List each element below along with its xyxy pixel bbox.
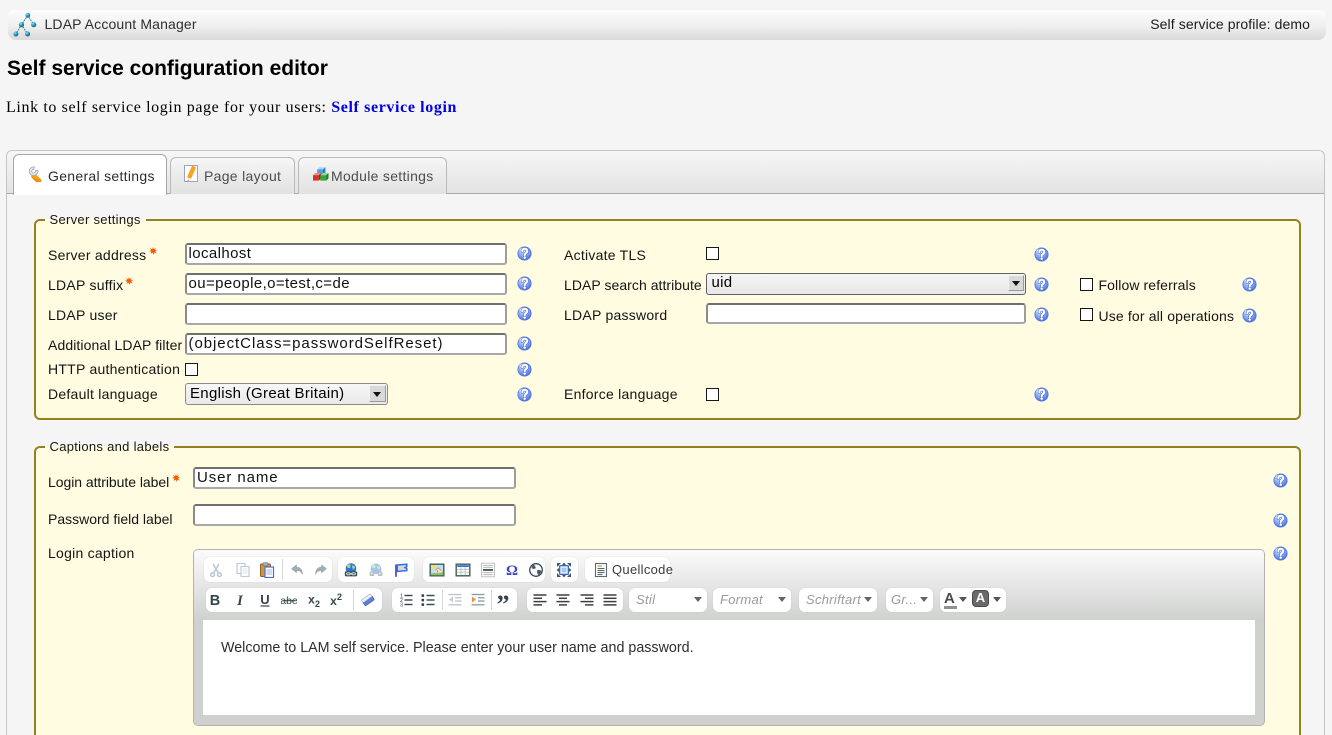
svg-text:U: U [260, 592, 269, 607]
svg-text:”: ” [496, 592, 509, 608]
svg-text:I: I [236, 593, 244, 608]
svg-text:Ω: Ω [505, 563, 517, 578]
svg-text:2: 2 [337, 592, 342, 602]
svg-text:B: B [209, 593, 219, 608]
svg-text:2: 2 [314, 599, 319, 608]
svg-text:3: 3 [400, 603, 403, 609]
